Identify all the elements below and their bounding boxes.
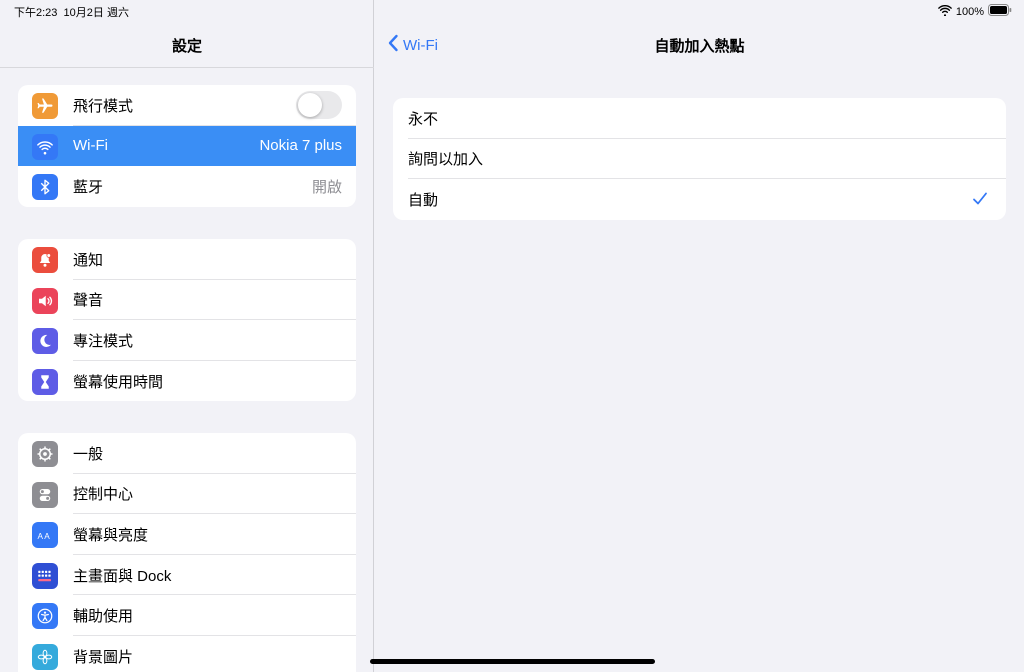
settings-sidebar: 下午2:23 10月2日 週六 設定 飛行模式 Wi-Fi Nokia 7 pl… [0,0,374,672]
option-label: 詢問以加入 [408,151,484,169]
detail-pane: 100% Wi-Fi 自動加入熱點 永不 詢問以加入 自動 [375,0,1024,672]
option-never[interactable]: 永不 [393,98,1006,139]
accessibility-icon [32,603,58,630]
sidebar-item-label: 螢幕與亮度 [73,526,149,544]
checkmark-icon [972,191,988,207]
wifi-network-name: Nokia 7 plus [259,137,342,155]
sidebar-item-wifi[interactable]: Wi-Fi Nokia 7 plus [18,125,356,167]
wifi-icon [32,133,58,160]
auto-join-options-list: 永不 詢問以加入 自動 [393,98,1006,220]
hourglass-icon [32,368,58,395]
status-time: 下午2:23 [14,7,58,19]
flower-icon [32,643,58,670]
sidebar-item-label: 飛行模式 [73,97,134,115]
sidebar-item-label: 專注模式 [73,332,134,350]
text-size-icon: AA [32,522,58,549]
sidebar-header-divider [0,67,374,68]
settings-group-connectivity: 飛行模式 Wi-Fi Nokia 7 plus 藍牙 開啟 [18,85,356,207]
option-automatic[interactable]: 自動 [393,179,1006,220]
airplane-icon [32,93,58,119]
sidebar-title: 設定 [171,38,202,55]
option-label: 自動 [408,191,439,209]
sidebar-item-label: 藍牙 [73,178,104,196]
switches-icon [32,481,58,508]
bluetooth-icon [32,174,58,201]
option-label: 永不 [408,110,439,128]
wifi-status-icon [938,4,952,19]
bluetooth-status: 開啟 [311,178,342,196]
airplane-mode-toggle[interactable] [296,91,342,119]
option-ask-to-join[interactable]: 詢問以加入 [393,139,1006,180]
svg-text:A: A [38,532,44,541]
moon-icon [32,328,58,355]
battery-icon [988,4,1012,19]
sidebar-item-notifications[interactable]: 通知 [18,239,356,280]
sidebar-item-label: 主畫面與 Dock [73,567,172,585]
status-time-date: 下午2:23 10月2日 週六 [14,4,129,20]
sidebar-item-airplane-mode[interactable]: 飛行模式 [18,85,356,126]
sidebar-item-general[interactable]: 一般 [18,433,356,474]
sidebar-item-focus[interactable]: 專注模式 [18,320,356,361]
sidebar-item-label: 一般 [73,445,104,463]
sidebar-item-bluetooth[interactable]: 藍牙 開啟 [18,166,356,207]
sidebar-item-label: Wi-Fi [73,137,108,155]
sidebar-item-wallpaper[interactable]: 背景圖片 [18,636,356,672]
settings-group-attention: 通知 聲音 專注模式 螢幕使用時間 [18,239,356,402]
sidebar-item-label: 控制中心 [73,486,134,504]
sidebar-item-screen-time[interactable]: 螢幕使用時間 [18,361,356,402]
status-date: 10月2日 週六 [63,7,129,19]
sidebar-item-label: 輔助使用 [73,608,134,626]
gear-icon [32,441,58,467]
sidebar-item-control-center[interactable]: 控制中心 [18,474,356,515]
bell-icon [32,247,58,273]
settings-group-general: 一般 控制中心 AA 螢幕與亮度 主畫面與 Dock 輔助使用 背景圖片 [18,433,356,672]
svg-text:A: A [44,532,50,541]
sidebar-item-home-screen-dock[interactable]: 主畫面與 Dock [18,555,356,596]
sidebar-item-display-brightness[interactable]: AA 螢幕與亮度 [18,514,356,555]
speaker-icon [32,287,58,314]
sidebar-item-accessibility[interactable]: 輔助使用 [18,595,356,636]
detail-title: 自動加入熱點 [654,38,745,55]
sidebar-item-label: 背景圖片 [73,648,134,666]
status-bar-right: 100% [938,4,1012,19]
sidebar-item-label: 螢幕使用時間 [73,373,164,391]
sidebar-item-label: 通知 [73,251,104,269]
sidebar-item-sounds[interactable]: 聲音 [18,280,356,321]
battery-percentage: 100% [955,5,984,18]
home-grid-icon [32,562,58,589]
sidebar-item-label: 聲音 [73,292,104,310]
toggle-knob [298,93,322,117]
home-indicator[interactable] [370,659,655,664]
